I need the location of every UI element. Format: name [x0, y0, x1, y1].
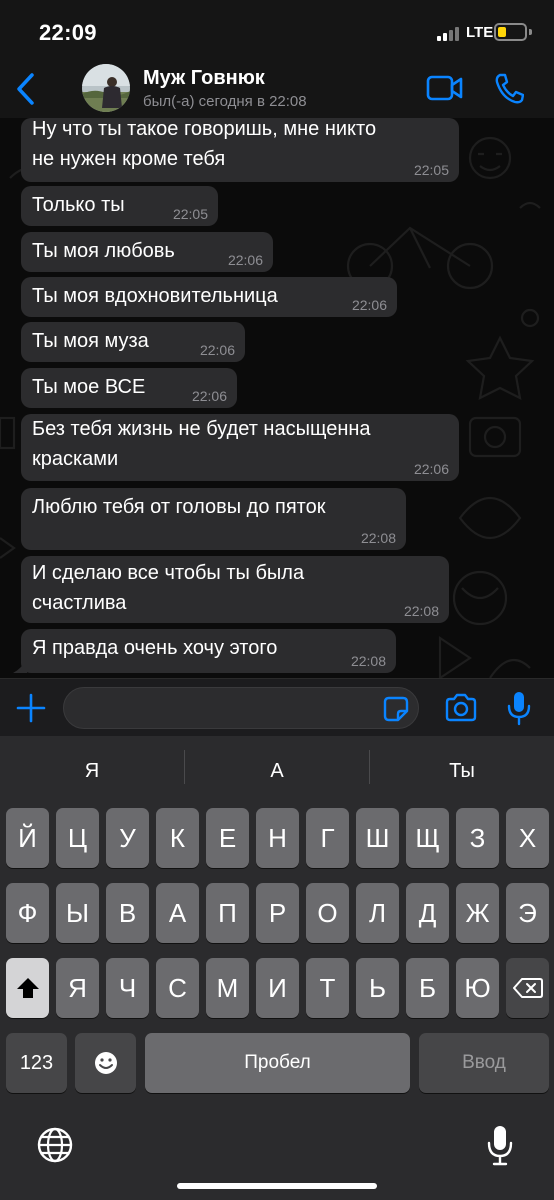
key[interactable]: Э — [506, 883, 549, 943]
message-bubble[interactable]: Я правда очень хочу этого 22:08 — [21, 629, 396, 673]
space-key[interactable]: Пробел — [145, 1033, 410, 1093]
message-bubble[interactable]: Только ты 22:05 — [21, 186, 218, 226]
message-time: 22:05 — [172, 206, 208, 222]
key[interactable]: П — [206, 883, 249, 943]
microphone-icon[interactable] — [505, 690, 533, 726]
key[interactable]: Т — [306, 958, 349, 1018]
message-bubble[interactable]: Люблю тебя от головы до пяток 22:08 — [21, 488, 406, 550]
dictation-microphone-icon[interactable] — [486, 1124, 514, 1166]
message-bubble[interactable]: Без тебя жизнь не будет насыщенна краска… — [21, 414, 459, 481]
key[interactable]: Ь — [356, 958, 399, 1018]
home-indicator[interactable] — [177, 1183, 377, 1189]
signal-icon — [437, 25, 463, 41]
message-bubble[interactable]: Ну что ты такое говоришь, мне никто не н… — [21, 118, 459, 182]
message-text: Ты мое ВСЕ — [32, 376, 146, 398]
suggestion-item[interactable]: Ты — [370, 736, 554, 806]
message-text: И сделаю все чтобы ты была счастлива — [32, 562, 305, 614]
message-time: 22:05 — [413, 162, 449, 178]
message-time: 22:08 — [403, 603, 439, 619]
avatar[interactable] — [82, 64, 130, 112]
contact-name[interactable]: Муж Говнюк — [143, 67, 265, 90]
key[interactable]: Я — [56, 958, 99, 1018]
keyboard: Я А Ты Й Ц У К Е Н Г Ш Щ З Х Ф Ы В А П Р… — [0, 736, 554, 1200]
message-text: Ты моя вдохновительница — [32, 285, 278, 307]
key[interactable]: Ц — [56, 808, 99, 868]
backspace-key[interactable] — [506, 958, 549, 1018]
chat-area[interactable]: Ну что ты такое говоришь, мне никто не н… — [0, 118, 554, 678]
key[interactable]: Е — [206, 808, 249, 868]
backspace-icon — [512, 978, 543, 998]
message-time: 22:06 — [227, 252, 263, 268]
shift-arrow-icon — [16, 978, 39, 998]
shift-key[interactable] — [6, 958, 49, 1018]
chevron-left-icon[interactable] — [12, 70, 42, 108]
message-text: Люблю тебя от головы до пяток — [32, 496, 326, 518]
key[interactable]: А — [156, 883, 199, 943]
message-text: Ты моя любовь — [32, 240, 175, 262]
key[interactable]: Б — [406, 958, 449, 1018]
battery-level — [498, 27, 506, 37]
message-time: 22:08 — [350, 653, 386, 669]
key[interactable]: Ю — [456, 958, 499, 1018]
message-text: Ты моя муза — [32, 330, 149, 352]
key[interactable]: Ф — [6, 883, 49, 943]
key[interactable]: Х — [506, 808, 549, 868]
battery-icon — [494, 23, 527, 41]
chat-header: Муж Говнюк был(-а) сегодня в 22:08 — [0, 62, 554, 118]
key[interactable]: К — [156, 808, 199, 868]
numbers-key[interactable]: 123 — [6, 1033, 67, 1093]
bubble-tail — [13, 659, 27, 673]
message-text: Ну что ты такое говоришь, мне никто не н… — [32, 118, 377, 170]
sticker-icon[interactable] — [382, 695, 410, 723]
camera-icon[interactable] — [444, 693, 478, 723]
message-time: 22:06 — [191, 388, 227, 404]
message-bubble[interactable]: Ты моя вдохновительница 22:06 — [21, 277, 397, 317]
plus-icon[interactable] — [16, 693, 46, 723]
message-time: 22:06 — [199, 342, 235, 358]
status-time: 22:09 — [39, 20, 97, 45]
key[interactable]: Щ — [406, 808, 449, 868]
key[interactable]: О — [306, 883, 349, 943]
message-bubble[interactable]: Ты мое ВСЕ 22:06 — [21, 368, 237, 408]
message-text: Только ты — [32, 194, 125, 216]
key[interactable]: З — [456, 808, 499, 868]
key[interactable]: В — [106, 883, 149, 943]
phone-icon[interactable] — [494, 72, 525, 104]
suggestion-item[interactable]: Я — [0, 736, 184, 806]
key[interactable]: Й — [6, 808, 49, 868]
key[interactable]: Ч — [106, 958, 149, 1018]
message-bubble[interactable]: Ты моя муза 22:06 — [21, 322, 245, 362]
key[interactable]: Ш — [356, 808, 399, 868]
message-input[interactable] — [63, 687, 419, 729]
key[interactable]: Л — [356, 883, 399, 943]
status-bar: 22:09 LTE — [0, 0, 554, 62]
message-composer — [0, 678, 554, 736]
video-camera-icon[interactable] — [426, 74, 464, 102]
key[interactable]: Ы — [56, 883, 99, 943]
message-time: 22:08 — [360, 530, 396, 546]
message-time: 22:06 — [413, 461, 449, 477]
key[interactable]: С — [156, 958, 199, 1018]
key[interactable]: И — [256, 958, 299, 1018]
emoji-icon — [94, 1052, 117, 1074]
key[interactable]: Н — [256, 808, 299, 868]
key[interactable]: Д — [406, 883, 449, 943]
key[interactable]: Ж — [456, 883, 499, 943]
suggestion-bar: Я А Ты — [0, 736, 554, 806]
key[interactable]: М — [206, 958, 249, 1018]
message-bubble[interactable]: И сделаю все чтобы ты была счастлива 22:… — [21, 556, 449, 623]
suggestion-item[interactable]: А — [185, 736, 369, 806]
message-text: Я правда очень хочу этого — [32, 637, 278, 659]
key[interactable]: Р — [256, 883, 299, 943]
emoji-key[interactable] — [75, 1033, 136, 1093]
message-text: Без тебя жизнь не будет насыщенна краска… — [32, 418, 371, 470]
message-bubble[interactable]: Ты моя любовь 22:06 — [21, 232, 273, 272]
globe-icon[interactable] — [36, 1126, 74, 1164]
network-type: LTE — [466, 24, 494, 41]
key[interactable]: У — [106, 808, 149, 868]
message-time: 22:06 — [351, 297, 387, 313]
contact-last-seen: был(-а) сегодня в 22:08 — [143, 93, 307, 110]
enter-key[interactable]: Ввод — [419, 1033, 549, 1093]
key[interactable]: Г — [306, 808, 349, 868]
